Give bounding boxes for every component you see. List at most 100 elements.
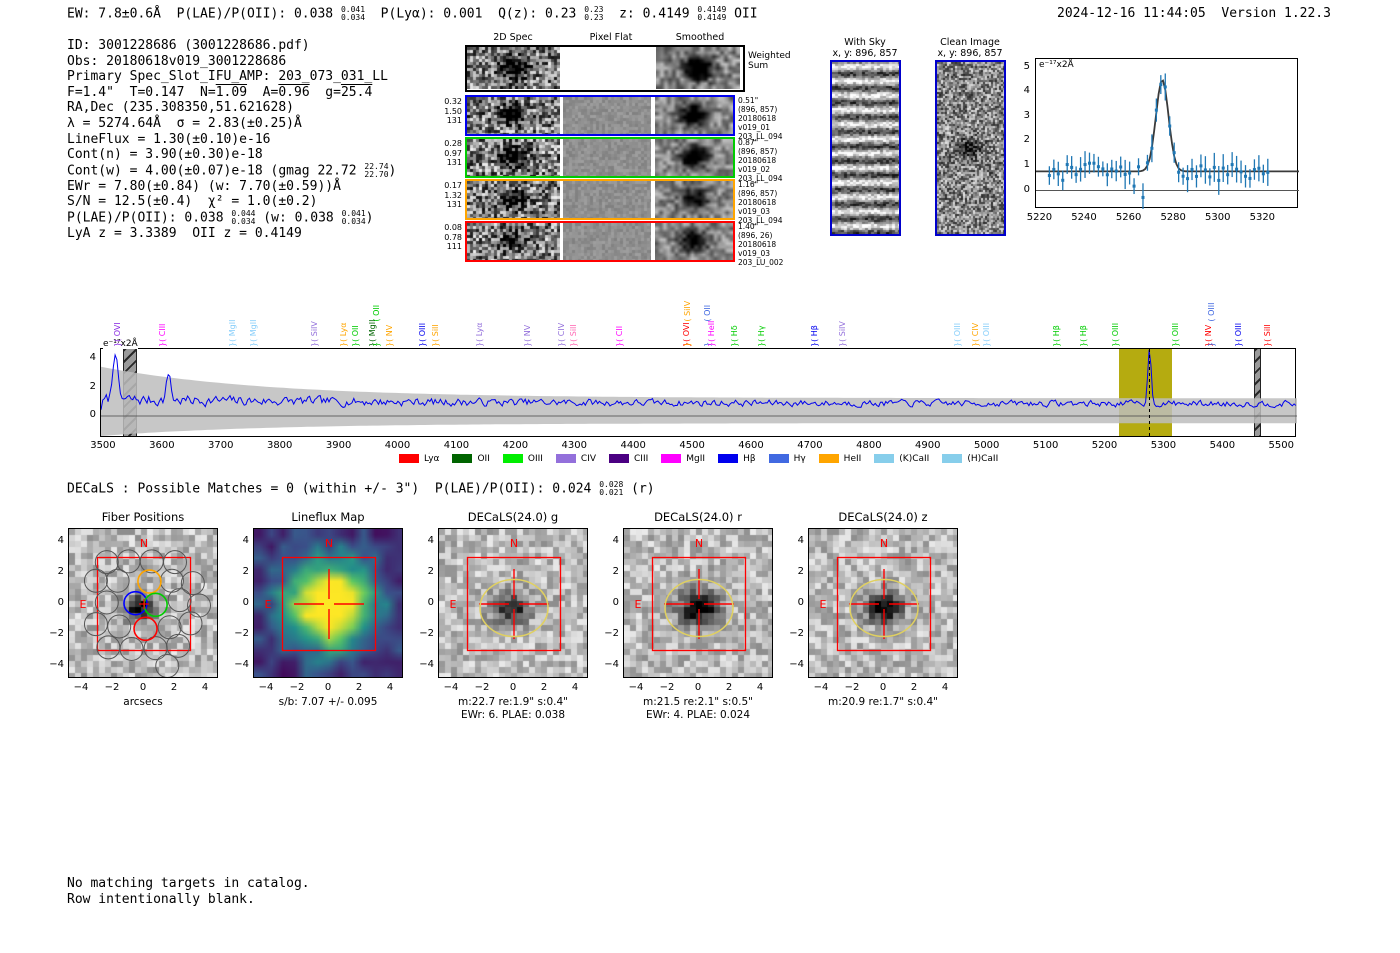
info-text: λ = 5274.64Å σ = 2.83(±0.25)Å — [67, 115, 302, 131]
cutout-plot-fiber: NE — [68, 528, 218, 678]
data-point — [1181, 174, 1185, 178]
decals-sub: 0.021 — [599, 488, 624, 497]
header-stack: 0.041 0.034 — [341, 6, 365, 22]
amp-row-right-line: 1.40" — [738, 222, 759, 231]
line-label-siii: }( SiII — [1262, 324, 1272, 347]
amp-row-left-line: 0.78 — [444, 232, 462, 242]
cutout-xtick: 2 — [355, 682, 363, 693]
legend-entry-hβ: Hβ — [718, 454, 756, 464]
line-label-mgii: }( MgII — [227, 319, 237, 347]
line-label-nv: }( NV — [385, 324, 395, 347]
line-label-nv: }( NV — [523, 324, 533, 347]
info-text: P(LAE)/P(OII): 0.038 — [67, 210, 232, 226]
zoom-chart-xtick: 5220 — [1026, 212, 1053, 223]
fiber-circle-red — [133, 616, 158, 642]
legend-label: CIII — [634, 453, 649, 464]
footer-line: No matching targets in catalog. — [67, 876, 310, 891]
data-point — [1092, 161, 1096, 165]
data-point — [1199, 164, 1203, 168]
cutout-ytick: 0 — [57, 597, 64, 608]
amp-row-right-line: 1.16" — [738, 180, 759, 189]
fiber-circle — [96, 635, 121, 660]
data-point — [1150, 146, 1154, 150]
data-point — [1248, 176, 1252, 180]
data-point — [1226, 173, 1230, 177]
data-point — [1110, 167, 1114, 171]
data-point — [1128, 171, 1132, 175]
zoom-chart-xtick: 5240 — [1071, 212, 1097, 223]
info-overline: 25.4 — [340, 84, 373, 100]
amp-row-right-line: v019_01 — [738, 123, 771, 132]
data-point — [1261, 172, 1265, 176]
compass-n: N — [140, 537, 148, 550]
fiber-circle — [83, 612, 108, 637]
amp-row-right-line: (896, 26) — [738, 231, 773, 240]
data-point — [1257, 166, 1261, 170]
line-label-hβ: }( Hβ — [1079, 325, 1089, 347]
header-sub: 0.23 — [584, 13, 604, 22]
header-stack: 0.23 0.23 — [584, 6, 603, 22]
amp-row-left-line: 0.08 — [444, 223, 462, 232]
clean-image — [935, 60, 1006, 236]
cutout-ytick: −4 — [234, 659, 249, 670]
cutout-ytick: 2 — [242, 566, 249, 577]
cutout-ytick: 0 — [612, 597, 619, 608]
spectrum-xtick: 5300 — [1150, 440, 1177, 451]
header-datetime-version: 2024-12-16 11:44:05 Version 1.22.3 — [1057, 6, 1331, 22]
data-point — [1239, 170, 1243, 174]
zoom-chart-ytick: 3 — [1023, 109, 1030, 121]
amp-row-right-label: 1.16" (896, 857) 20180618 v019_03 203_LL_094 — [738, 180, 798, 225]
cutout-caption: m:22.7 re:1.9" s:0.4" — [458, 696, 568, 708]
cutout-xtick: 0 — [694, 682, 702, 693]
compass-e: E — [450, 598, 457, 611]
cutout-xtick: −4 — [813, 682, 829, 693]
data-point — [1190, 167, 1194, 171]
amp-row-right-line: v019_02 — [738, 165, 771, 174]
legend-entry-hγ: Hγ — [768, 454, 806, 464]
legend-entry-ciii: CIII — [609, 454, 648, 464]
cutout-xtick: −2 — [104, 682, 120, 693]
line-label-hγ: }( Hγ — [757, 325, 767, 347]
amp-row-right-line: 0.51" — [738, 96, 759, 105]
fiber-circle — [157, 615, 182, 640]
data-point — [1212, 165, 1216, 169]
fiber-circle — [107, 614, 132, 639]
info-text: Primary Spec_Slot_IFU_AMP: 203_073_031_L… — [67, 69, 388, 85]
info-sub: 22.70 — [364, 169, 389, 179]
cutout-ytick: 2 — [427, 566, 434, 577]
info-text: ID: 3001228686 (3001228686.pdf) — [67, 38, 310, 53]
info-text: S/N = 12.5(±0.4) χ² = 1.0(±0.2) — [67, 194, 318, 210]
legend-label: CIV — [580, 453, 597, 464]
fiber-circle — [83, 568, 108, 593]
spectrum-xtick: 3800 — [266, 440, 293, 451]
info-line: EWr = 7.80(±0.84) (w: 7.70(±0.59))Å — [67, 179, 396, 195]
legend-label: Lyα — [424, 453, 440, 464]
amp-row-box — [465, 137, 735, 178]
cutout-xtick: 0 — [509, 682, 517, 693]
legend-swatch — [502, 454, 523, 463]
cutout-title: Fiber Positions — [101, 510, 185, 524]
with-sky-title: With Sky — [844, 37, 886, 48]
cutout-ytick: 4 — [427, 535, 434, 546]
header-text: P(Lyα): 0.001 Q(z): 0.23 — [365, 6, 585, 22]
legend-swatch — [942, 454, 963, 463]
data-point — [1132, 184, 1136, 188]
data-point — [1074, 173, 1078, 177]
cutout-ytick: −4 — [49, 659, 64, 670]
data-point — [1105, 173, 1109, 177]
cutout-ytick: −2 — [789, 628, 804, 639]
legend-swatch — [555, 454, 576, 463]
amp-row-box — [465, 95, 735, 136]
line-label-oiii: }( OIII — [981, 322, 991, 347]
error-band — [101, 366, 1297, 436]
cutout-xtick: −4 — [258, 682, 274, 693]
with-sky-image — [830, 60, 901, 236]
info-overline: 1.09 — [215, 84, 248, 100]
info-text: (w: 0.038 — [255, 210, 342, 226]
compass-e: E — [635, 598, 642, 611]
report-datetime: 2024-12-16 11:44:05 — [1057, 6, 1206, 21]
decals-text: (r) — [623, 481, 655, 497]
header-text: EW: 7.8±0.6Å P(LAE)/P(OII): 0.038 — [67, 6, 341, 22]
amp-row-right-line: 20180618 — [738, 156, 777, 165]
info-line: Obs: 20180618v019_3001228686 — [67, 54, 396, 70]
